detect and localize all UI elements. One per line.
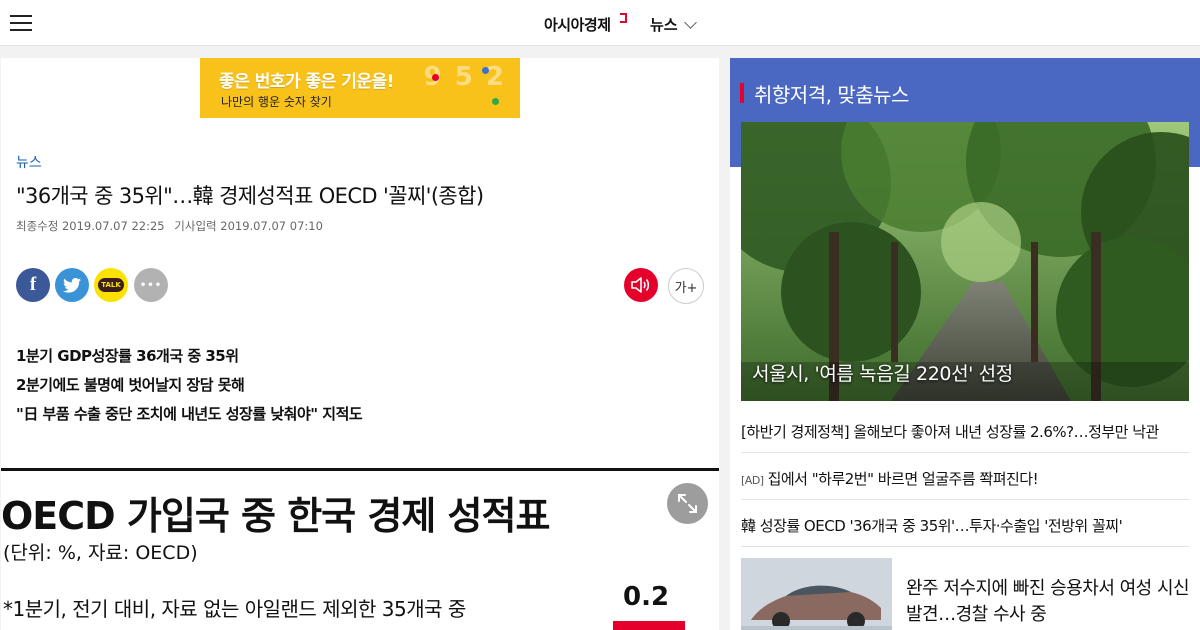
logo-mark-icon <box>620 13 627 23</box>
expand-button[interactable] <box>667 483 708 524</box>
figure-value: 0.2 <box>623 582 670 612</box>
figure-unit: (단위: %, 자료: OECD) <box>3 542 198 564</box>
section-dropdown[interactable]: 뉴스 <box>650 14 697 35</box>
article-meta: 최종수정 2019.07.07 22:25 기사입력 2019.07.07 07… <box>16 218 329 234</box>
published-time: 기사입력 2019.07.07 07:10 <box>174 219 323 233</box>
feature-news-card[interactable]: 서울시, '여름 녹음길 220선' 선정 <box>741 122 1189 401</box>
chevron-down-icon <box>683 15 697 29</box>
ad-banner[interactable]: 좋은 번호가 좋은 기운을! 나만의 행운 숫자 찾기 9 5 2 <box>200 58 520 118</box>
summary-line: 2분기에도 불명예 벗어날지 장담 못해 <box>16 376 245 394</box>
font-size-button[interactable]: 가+ <box>668 268 704 304</box>
figure-note: *1분기, 전기 대비, 자료 없는 아일랜드 제외한 35개국 중 <box>3 597 466 621</box>
summary-line: 1분기 GDP성장률 36개국 중 35위 <box>16 347 239 365</box>
article-category[interactable]: 뉴스 <box>16 152 42 172</box>
banner-dot <box>482 67 489 74</box>
site-logo[interactable]: 아시아경제 <box>544 14 611 35</box>
article-panel: 좋은 번호가 좋은 기운을! 나만의 행운 숫자 찾기 9 5 2 뉴스 "36… <box>1 58 719 630</box>
facebook-icon: f <box>29 274 37 295</box>
article-headline: "36개국 중 35위"…韓 경제성적표 OECD '꼴찌'(종합) <box>16 184 484 208</box>
summary-line: "日 부품 수출 중단 조치에 내년도 성장률 낮춰야" 지적도 <box>16 405 363 423</box>
text-to-speech-button[interactable] <box>624 268 658 302</box>
facebook-share-button[interactable]: f <box>16 268 50 302</box>
updated-time: 최종수정 2019.07.07 22:25 <box>16 219 165 233</box>
divider <box>741 499 1189 500</box>
section-label: 뉴스 <box>650 16 678 34</box>
banner-dot <box>492 98 499 105</box>
article-figure: OECD 가입국 중 한국 경제 성적표 (단위: %, 자료: OECD) *… <box>1 468 719 630</box>
twitter-share-button[interactable] <box>55 268 89 302</box>
sidebar-title: 취향저격, 맞춤뉴스 <box>754 83 909 107</box>
menu-icon[interactable] <box>10 15 32 33</box>
figure-bar <box>613 621 685 630</box>
news-link[interactable]: [하반기 경제정책] 올해보다 좋아져 내년 성장률 2.6%?…정부만 낙관 <box>741 421 1189 442</box>
ad-tag: [AD] <box>741 474 764 487</box>
article-summary: 1분기 GDP성장률 36개국 중 35위 2분기에도 불명예 벗어날지 장담 … <box>16 342 363 429</box>
top-header: 아시아경제 뉴스 <box>0 0 1200 46</box>
speaker-icon <box>631 277 650 293</box>
divider <box>741 546 1189 547</box>
thumbnail-news-title[interactable]: 완주 저수지에 빠진 승용차서 여성 시신 발견…경찰 수사 중 <box>906 576 1191 628</box>
ad-news-link[interactable]: [AD] 집에서 "하루2번" 바르면 얼굴주름 쫙펴진다! <box>741 468 1189 489</box>
kakaotalk-icon: TALK <box>98 278 124 292</box>
banner-subtitle: 나만의 행운 숫자 찾기 <box>221 95 332 109</box>
recommended-news-panel: 취향저격, 맞춤뉴스 서울시, '여름 녹음길 220선' 선정 [하반기 경제… <box>730 58 1200 630</box>
figure-title: OECD 가입국 중 한국 경제 성적표 <box>1 494 550 538</box>
more-icon: ••• <box>139 279 163 291</box>
ad-link-text: 집에서 "하루2번" 바르면 얼굴주름 쫙펴진다! <box>767 470 1039 488</box>
car-photo <box>741 558 892 630</box>
divider <box>741 452 1189 453</box>
feature-caption: 서울시, '여름 녹음길 220선' 선정 <box>752 363 1013 385</box>
banner-dot <box>432 74 439 81</box>
news-thumbnail[interactable] <box>741 558 892 630</box>
twitter-icon <box>63 277 81 293</box>
kakaotalk-share-button[interactable]: TALK <box>94 268 128 302</box>
more-share-button[interactable]: ••• <box>134 268 168 302</box>
banner-title: 좋은 번호가 좋은 기운을! <box>219 72 394 92</box>
title-marker <box>740 83 744 103</box>
expand-icon <box>678 494 697 513</box>
news-link[interactable]: 韓 성장률 OECD '36개국 중 35위'…투자·수출입 '전방위 꼴찌' <box>741 515 1189 536</box>
